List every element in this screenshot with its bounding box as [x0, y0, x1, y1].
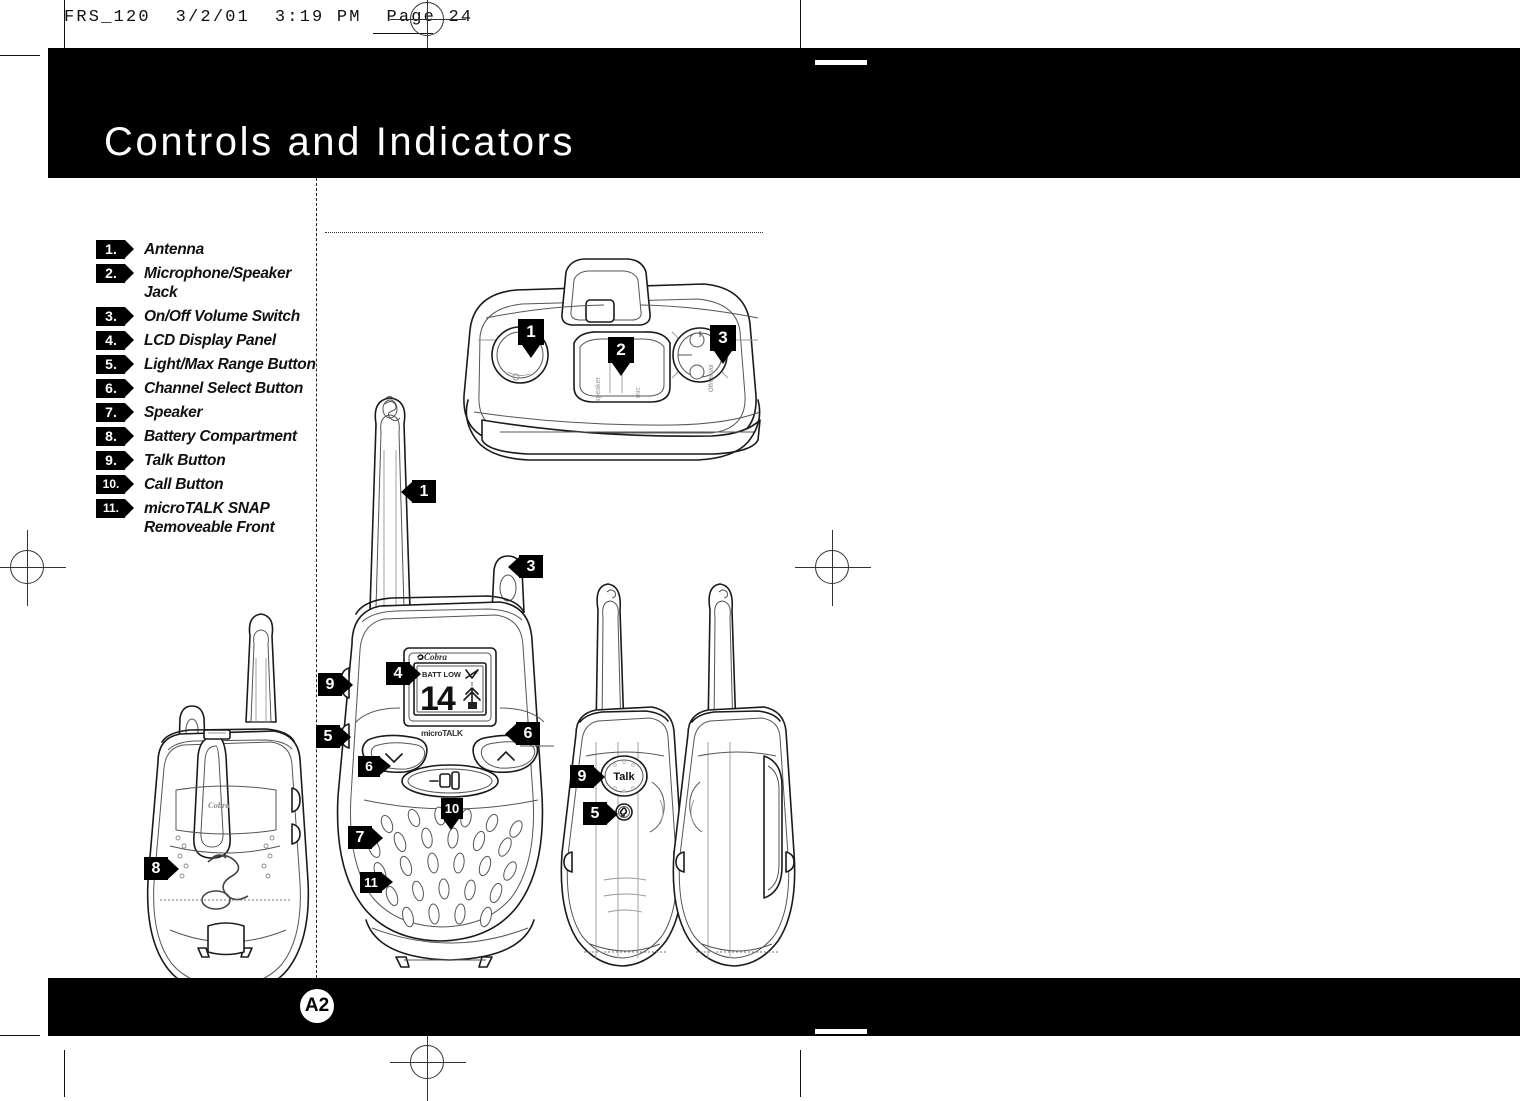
- front-view-cobra-brand: Cobra: [424, 652, 448, 662]
- legend-badge-10: 10.: [96, 475, 134, 494]
- rear-view-screw-dots: [175, 835, 275, 879]
- list-item: 11. microTALK SNAP Removeable Front: [96, 499, 321, 537]
- front-view-microtalk-brand: microTALK: [421, 728, 464, 738]
- figure-side-view-right: [672, 583, 796, 967]
- rear-view-cobra-brand: Cobra: [208, 800, 230, 810]
- layout-guide-horizontal: [325, 232, 763, 233]
- legend-badge-2: 2.: [96, 264, 134, 283]
- list-item: 3. On/Off Volume Switch: [96, 307, 321, 326]
- legend-label-microphone-speaker-jack: Microphone/Speaker Jack: [144, 265, 292, 301]
- list-item: 2. Microphone/Speaker Jack: [96, 264, 321, 302]
- cobra-snake-logo: [201, 854, 249, 910]
- registration-hline: [0, 567, 66, 568]
- legend-badge-6: 6.: [96, 379, 134, 398]
- footer-black-bar: [48, 978, 1520, 1036]
- top-view-switch-label: Off/On Vol: [709, 364, 715, 392]
- registration-vline: [832, 530, 833, 606]
- callout-pin-2-top-view: 2: [608, 337, 634, 376]
- registration-mark-right: [795, 530, 871, 606]
- footer-trim-rule: [815, 1029, 867, 1034]
- lcd-channel-number: 14: [420, 680, 456, 718]
- legend-label-lcd-display-panel: LCD Display Panel: [144, 332, 276, 349]
- registration-vline: [27, 530, 28, 606]
- list-item: 5. Light/Max Range Button: [96, 355, 321, 374]
- callout-pin-4-lcd-display: 4: [386, 662, 421, 685]
- callout-pin-10-call-button: 10: [441, 798, 463, 830]
- registration-mark-left: [0, 530, 66, 606]
- legend-badge-9: 9.: [96, 451, 134, 470]
- legend-badge-5: 5.: [96, 355, 134, 374]
- callout-pin-3-front-view: 3: [508, 555, 543, 578]
- callout-pin-7-speaker: 7: [348, 826, 383, 849]
- callout-pin-11-removeable-front: 11: [360, 872, 393, 893]
- page-title: Controls and Indicators: [104, 120, 576, 164]
- list-item: 8. Battery Compartment: [96, 427, 321, 446]
- legend-label-battery-compartment: Battery Compartment: [144, 428, 297, 445]
- registration-mark-top: [390, 0, 466, 58]
- legend-badge-7: 7.: [96, 403, 134, 422]
- legend-label-on-off-volume-switch: On/Off Volume Switch: [144, 308, 300, 325]
- legend-badge-8: 8.: [96, 427, 134, 446]
- legend-badge-1: 1.: [96, 240, 134, 259]
- callout-pin-1-top-view: 1: [518, 319, 544, 358]
- legend-label-speaker: Speaker: [144, 404, 203, 421]
- registration-hline: [390, 19, 466, 20]
- registration-vline: [427, 1025, 428, 1101]
- lcd-antenna-icon: [463, 687, 481, 709]
- list-item: 7. Speaker: [96, 403, 321, 422]
- callout-pin-6-front-view-left: 6: [358, 756, 391, 777]
- lcd-batt-low-text: BATT LOW: [422, 670, 462, 679]
- crop-mark-bottom-left-vertical: [64, 1050, 65, 1097]
- legend-label-microtalk-snap-removeable-front: microTALK SNAP Removeable Front: [144, 500, 275, 536]
- list-item: 1. Antenna: [96, 240, 321, 259]
- legend-label-talk-button: Talk Button: [144, 452, 226, 469]
- callout-pin-5-front-view: 5: [316, 725, 351, 748]
- prepress-header: FRS_120 3/2/01 3:19 PM Page 24: [0, 0, 1520, 48]
- callout-pin-8-battery-compartment: 8: [144, 857, 179, 880]
- legend-label-channel-select-button: Channel Select Button: [144, 380, 304, 397]
- callout-pin-3-top-view: 3: [710, 325, 736, 364]
- registration-hline: [390, 1062, 466, 1063]
- controls-legend-list: 1. Antenna 2. Microphone/Speaker Jack 3.…: [96, 240, 321, 542]
- registration-mark-bottom: [390, 1025, 466, 1101]
- legend-label-light-max-range-button: Light/Max Range Button: [144, 356, 316, 373]
- legend-label-call-button: Call Button: [144, 476, 224, 493]
- list-item: 10. Call Button: [96, 475, 321, 494]
- callout-pin-9-front-view: 9: [318, 673, 353, 696]
- page-marker-badge: A2: [300, 989, 334, 1023]
- registration-hline: [795, 567, 871, 568]
- figure-rear-view: Cobra: [146, 613, 310, 996]
- legend-label-antenna: Antenna: [144, 241, 204, 258]
- talk-button-label: Talk: [613, 771, 635, 783]
- crop-mark-top-left-horizontal: [0, 55, 40, 56]
- crop-mark-bottom-right-vertical: [800, 1050, 801, 1097]
- talk-button-dots: [613, 760, 635, 793]
- legend-badge-4: 4.: [96, 331, 134, 350]
- crop-mark-bottom-left-horizontal: [0, 1035, 40, 1036]
- callout-pin-9-talk-button: 9: [570, 765, 605, 788]
- legend-badge-11: 11.: [96, 499, 134, 518]
- callout-pin-5-light-button: 5: [583, 802, 618, 825]
- list-item: 4. LCD Display Panel: [96, 331, 321, 350]
- header-trim-rule: [815, 60, 867, 65]
- list-item: 9. Talk Button: [96, 451, 321, 470]
- callout-pin-6-front-view-right: 6: [505, 722, 540, 745]
- legend-badge-3: 3.: [96, 307, 134, 326]
- top-view-mic-port-label: mic: [635, 387, 642, 398]
- callout-pin-1-front-view: 1: [401, 480, 436, 503]
- list-item: 6. Channel Select Button: [96, 379, 321, 398]
- top-view-speaker-port-label: speaker: [595, 376, 602, 402]
